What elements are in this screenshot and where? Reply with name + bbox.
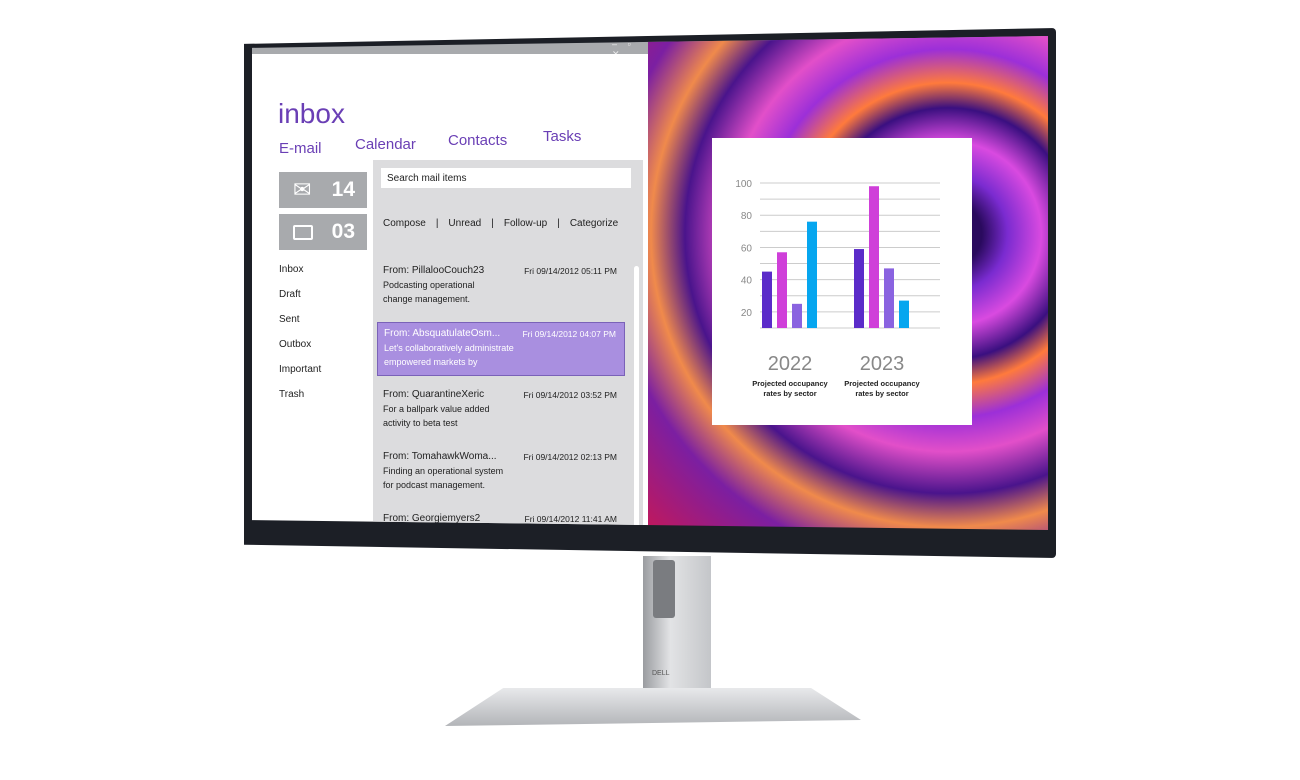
- y-tick-label: 60: [741, 243, 753, 254]
- chart-card: 20 40 60 80 100 2022 Projected occupancy rates …: [712, 138, 972, 425]
- mail-preview: Let's collaboratively administrate: [384, 343, 514, 353]
- bar: [854, 249, 864, 328]
- bar: [869, 186, 879, 328]
- mail-panel: Search mail items Compose | Unread | Follow-…: [373, 160, 643, 530]
- monitor-base: [445, 688, 861, 726]
- message-count-tile[interactable]: 03: [279, 214, 367, 250]
- mail-preview: For a ballpark value added: [383, 404, 490, 414]
- app-title: inbox: [278, 98, 345, 129]
- separator: |: [557, 218, 560, 229]
- bar: [807, 221, 817, 328]
- folder-item[interactable]: Trash: [279, 389, 321, 414]
- bar: [884, 268, 894, 328]
- action-compose[interactable]: Compose: [383, 218, 426, 229]
- y-tick-label: 40: [741, 276, 753, 287]
- y-tick-label: 80: [741, 211, 753, 222]
- separator: |: [435, 218, 439, 229]
- search-input[interactable]: Search mail items: [381, 168, 631, 188]
- mail-preview: change management.: [383, 294, 471, 304]
- folder-item[interactable]: Draft: [279, 289, 321, 314]
- folder-item[interactable]: Outbox: [279, 339, 321, 364]
- category-caption: rates by sector: [855, 389, 908, 398]
- action-unread[interactable]: Unread: [448, 218, 481, 229]
- separator: |: [491, 218, 494, 229]
- envelope-icon: ✉: [293, 177, 312, 202]
- mail-preview: Finding an operational system: [383, 466, 504, 476]
- monitor-screen: – ▫ ✕ – ▫ ✕ inbox E-mail Calendar Contac…: [252, 36, 1048, 530]
- folder-list: Inbox Draft Sent Outbox Important Trash: [279, 264, 321, 414]
- mail-date: Fri 09/14/2012 02:13 PM: [523, 452, 617, 462]
- mail-app: inbox E-mail Calendar Contacts Tasks ✉ 14…: [252, 54, 648, 530]
- bar: [899, 300, 909, 328]
- bar: [792, 303, 802, 328]
- mail-date: Fri 09/14/2012 03:52 PM: [523, 390, 617, 400]
- mail-preview: activity to beta test: [383, 418, 458, 428]
- folder-item[interactable]: Sent: [279, 314, 321, 339]
- cable-slot: [653, 560, 675, 618]
- scrollbar[interactable]: [634, 266, 639, 530]
- mail-count-tile[interactable]: ✉ 14: [279, 172, 367, 208]
- bar: [762, 271, 772, 328]
- action-categorize[interactable]: Categorize: [570, 218, 618, 229]
- nav-contacts[interactable]: Contacts: [448, 132, 507, 149]
- y-tick-label: 20: [741, 308, 753, 319]
- mail-date: Fri 09/14/2012 05:11 PM: [524, 266, 617, 276]
- bar: [777, 252, 787, 328]
- brand-logo: DELL: [652, 670, 670, 677]
- category-caption: rates by sector: [763, 389, 816, 398]
- category-label: 2023: [860, 353, 905, 375]
- category-caption: Projected occupancy: [844, 379, 920, 388]
- category-label: 2022: [768, 353, 813, 375]
- nav-tasks[interactable]: Tasks: [543, 128, 581, 145]
- mail-preview: for podcast management.: [383, 480, 486, 490]
- nav-calendar[interactable]: Calendar: [355, 136, 416, 153]
- mail-item[interactable]: From: AbsquatulateOsm... Fri 09/14/2012 0…: [377, 322, 625, 376]
- action-follow-up[interactable]: Follow-up: [504, 218, 547, 229]
- mail-date: Fri 09/14/2012 04:07 PM: [522, 329, 616, 339]
- mail-item[interactable]: From: QuarantineXeric Fri 09/14/2012 03:5…: [377, 384, 625, 438]
- mail-item[interactable]: From: PillalooCouch23 Fri 09/14/2012 05:1…: [377, 260, 625, 314]
- folder-item[interactable]: Important: [279, 364, 321, 389]
- folder-item[interactable]: Inbox: [279, 264, 321, 289]
- nav-email[interactable]: E-mail: [279, 140, 322, 157]
- mail-preview: empowered markets by: [384, 357, 478, 367]
- mail-preview: Podcasting operational: [383, 280, 475, 290]
- chat-bubble-icon: [293, 224, 313, 240]
- category-caption: Projected occupancy: [752, 379, 828, 388]
- mail-actions: Compose | Unread | Follow-up | Categorize: [383, 218, 618, 229]
- y-tick-label: 100: [735, 179, 752, 190]
- mail-item[interactable]: From: TomahawkWoma... Fri 09/14/2012 02:1…: [377, 446, 625, 500]
- bar-chart: 204060801002022Projected occupancyrates …: [735, 179, 940, 398]
